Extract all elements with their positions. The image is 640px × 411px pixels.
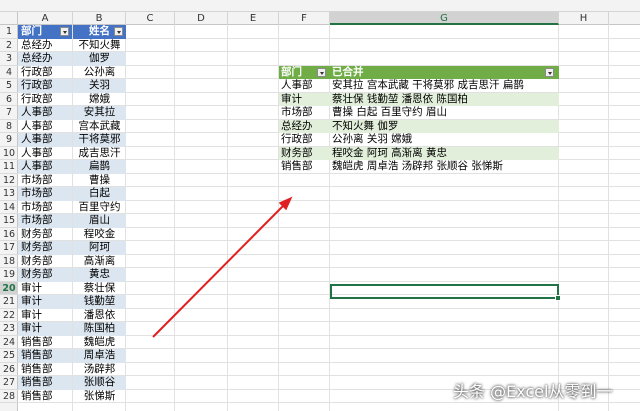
annotation-arrow (152, 196, 293, 338)
watermark-text: 头条 @Excel从零到一 (453, 382, 613, 401)
arrow-shaft (152, 204, 285, 338)
